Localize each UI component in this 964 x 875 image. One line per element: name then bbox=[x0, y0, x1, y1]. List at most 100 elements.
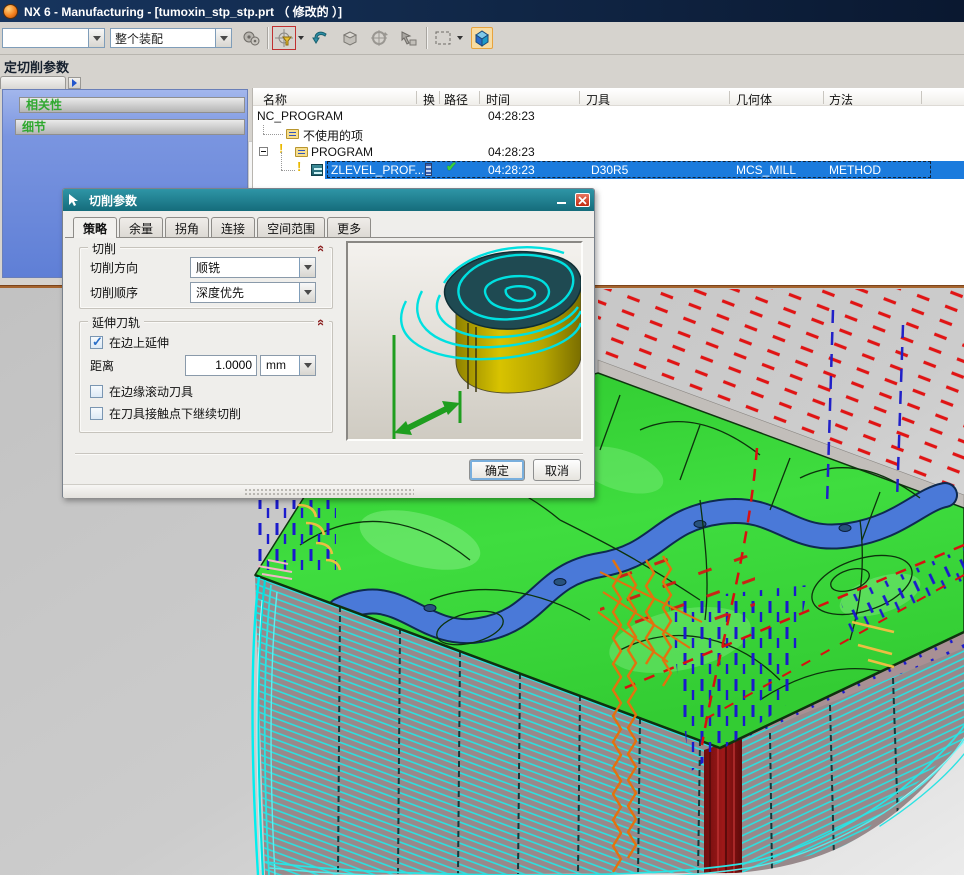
solid-body-icon[interactable] bbox=[339, 27, 361, 49]
unit-select[interactable]: mm bbox=[260, 354, 316, 376]
marquee-select-icon[interactable] bbox=[432, 27, 454, 49]
rotate-view-icon[interactable] bbox=[368, 27, 390, 49]
table-row[interactable]: NC_PROGRAM 04:28:23 bbox=[253, 107, 964, 125]
close-button[interactable] bbox=[575, 193, 590, 207]
cutting-parameters-dialog: 切削参数 策略 余量 拐角 连接 空间范围 更多 切削 « 切削方向 顺铣 切削… bbox=[62, 188, 595, 498]
chevron-down-icon[interactable] bbox=[457, 36, 463, 40]
row-name: ZLEVEL_PROF... bbox=[331, 163, 425, 177]
roll-tool-label: 在边缘滚动刀具 bbox=[109, 384, 194, 399]
column-tool[interactable]: 刀具 bbox=[586, 91, 610, 108]
continue-under-contact-checkbox[interactable] bbox=[90, 406, 103, 420]
row-geometry: MCS_MILL bbox=[736, 163, 797, 177]
group-title: 切削 bbox=[88, 240, 121, 257]
chevron-down-icon[interactable] bbox=[299, 355, 315, 375]
cut-order-select[interactable]: 深度优先 bbox=[190, 281, 316, 303]
collapse-chevrons-icon[interactable]: « bbox=[313, 242, 329, 253]
cut-direction-label: 切削方向 bbox=[90, 260, 139, 275]
undo-icon[interactable] bbox=[310, 27, 332, 49]
window-title: NX 6 - Manufacturing - [tumoxin_stp_stp.… bbox=[24, 4, 343, 19]
shaded-view-cube-icon[interactable] bbox=[471, 27, 493, 49]
row-time: 04:28:23 bbox=[488, 145, 535, 159]
chevron-down-icon[interactable] bbox=[88, 29, 104, 47]
operation-icon bbox=[311, 164, 323, 176]
roll-tool-checkbox[interactable] bbox=[90, 384, 103, 398]
column-toolchange[interactable]: 换 bbox=[423, 91, 435, 108]
nx-logo-icon bbox=[3, 3, 18, 19]
titlebar[interactable]: NX 6 - Manufacturing - [tumoxin_stp_stp.… bbox=[0, 0, 964, 22]
sidebar-item-details[interactable]: 细节 bbox=[15, 119, 245, 135]
tab-containment[interactable]: 空间范围 bbox=[257, 217, 326, 237]
column-path[interactable]: 路径 bbox=[444, 91, 468, 108]
pan-view-icon[interactable] bbox=[397, 27, 419, 49]
toolbar-separator bbox=[426, 27, 427, 49]
footer-divider bbox=[75, 453, 583, 455]
row-name: PROGRAM bbox=[311, 145, 374, 159]
tab-strategy[interactable]: 策略 bbox=[73, 217, 118, 238]
row-tool: D30R5 bbox=[591, 163, 629, 177]
row-time: 04:28:23 bbox=[488, 109, 535, 123]
distance-input[interactable] bbox=[185, 354, 257, 376]
dialog-resize-grip[interactable] bbox=[63, 484, 594, 498]
face-red-dashes bbox=[600, 555, 755, 625]
collapse-chevrons-icon[interactable]: « bbox=[313, 316, 329, 327]
chevron-down-icon[interactable] bbox=[299, 257, 315, 277]
assembly-scope-combo[interactable]: 整个装配 bbox=[110, 28, 232, 48]
tab-corners[interactable]: 拐角 bbox=[165, 217, 210, 237]
nx-application-window: { "titlebar": { "title": "NX 6 - Manufac… bbox=[0, 0, 964, 875]
check-icon: ✔ bbox=[446, 159, 457, 174]
distance-label: 距离 bbox=[90, 358, 115, 373]
extend-on-edges-checkbox[interactable] bbox=[90, 334, 103, 350]
row-name: 不使用的项 bbox=[303, 129, 364, 143]
folder-icon bbox=[295, 147, 308, 157]
cut-order-label: 切削顺序 bbox=[90, 285, 139, 300]
tab-more[interactable]: 更多 bbox=[327, 217, 372, 237]
preview-image bbox=[346, 241, 583, 441]
main-toolbar: 整个装配 bbox=[0, 22, 964, 55]
cancel-button[interactable]: 取消 bbox=[533, 459, 581, 481]
column-method[interactable]: 方法 bbox=[829, 91, 853, 108]
warning-icon: ! bbox=[297, 159, 302, 174]
row-time: 04:28:23 bbox=[488, 163, 535, 177]
expand-panel-button[interactable] bbox=[68, 77, 81, 89]
toolbar-separator bbox=[267, 27, 268, 49]
chevron-right-icon bbox=[72, 79, 77, 87]
cursor-arrow-icon bbox=[69, 194, 78, 206]
gears-icon[interactable] bbox=[240, 27, 262, 49]
table-row-selected[interactable]: ! ZLEVEL_PROF... ✔ 04:28:23 D30R5 MCS_MI… bbox=[253, 152, 964, 179]
navigator-header: 名称 换 路径 时间 刀具 几何体 方法 bbox=[253, 89, 964, 108]
column-time[interactable]: 时间 bbox=[486, 91, 510, 108]
chevron-down-icon[interactable] bbox=[298, 36, 304, 40]
column-geometry[interactable]: 几何体 bbox=[736, 91, 772, 108]
cue-line: 定切削参数 bbox=[4, 60, 70, 75]
dialog-titlebar[interactable]: 切削参数 bbox=[63, 189, 594, 211]
sidebar-item-dependencies[interactable]: 相关性 bbox=[19, 97, 245, 113]
selection-filter-icon[interactable] bbox=[272, 26, 296, 50]
folder-icon bbox=[286, 129, 299, 139]
minimize-icon bbox=[556, 202, 566, 204]
dialog-title: 切削参数 bbox=[89, 193, 138, 208]
toolchange-icon bbox=[425, 163, 432, 176]
chevron-down-icon[interactable] bbox=[299, 282, 315, 302]
chevron-down-icon[interactable] bbox=[215, 29, 231, 47]
cutting-group: 切削 « 切削方向 顺铣 切削顺序 深度优先 bbox=[79, 240, 333, 309]
tab-connections[interactable]: 连接 bbox=[211, 217, 256, 237]
group-title: 延伸刀轨 bbox=[88, 314, 145, 331]
cut-direction-select[interactable]: 顺铣 bbox=[190, 256, 316, 278]
table-row[interactable]: 不使用的项 bbox=[253, 125, 964, 143]
close-icon bbox=[578, 195, 587, 205]
column-name[interactable]: 名称 bbox=[263, 91, 287, 108]
minimize-button[interactable] bbox=[553, 193, 569, 207]
continue-under-contact-label: 在刀具接触点下继续切削 bbox=[109, 406, 242, 421]
extend-on-edges-label: 在边上延伸 bbox=[109, 335, 170, 350]
row-name: NC_PROGRAM bbox=[257, 109, 344, 123]
selection-scope-combo[interactable] bbox=[2, 28, 105, 48]
dialog-tabs: 策略 余量 拐角 连接 空间范围 更多 bbox=[73, 217, 373, 238]
table-row[interactable]: ! PROGRAM 04:28:23 bbox=[253, 141, 964, 161]
extend-toolpath-group: 延伸刀轨 « 在边上延伸 距离 mm 在边缘滚动刀具 在刀具接触点下继续切削 bbox=[79, 314, 333, 433]
collapse-icon[interactable] bbox=[259, 147, 268, 156]
resource-tab[interactable] bbox=[0, 76, 66, 89]
tab-stock[interactable]: 余量 bbox=[119, 217, 164, 237]
row-method: METHOD bbox=[829, 163, 881, 177]
ok-button[interactable]: 确定 bbox=[469, 459, 525, 481]
tab-divider bbox=[65, 237, 594, 238]
